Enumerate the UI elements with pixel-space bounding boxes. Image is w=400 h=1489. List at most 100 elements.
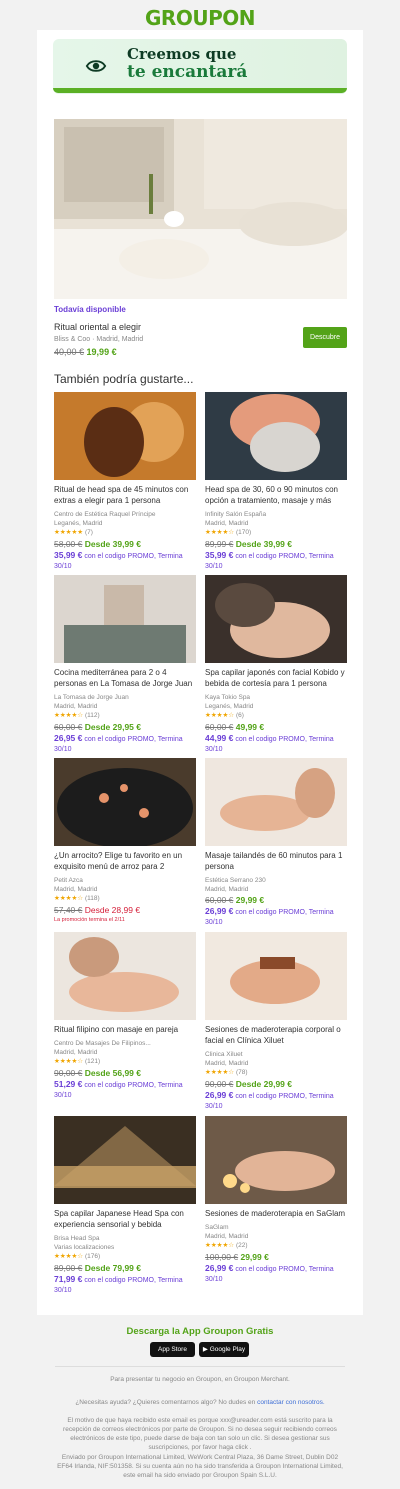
deal-image[interactable] xyxy=(54,392,196,480)
featured-image[interactable] xyxy=(54,119,347,299)
featured-location: Madrid, Madrid xyxy=(96,336,144,343)
promo-price: 26,99 € con el codigo PROMO, Termina 30/… xyxy=(205,1090,334,1110)
footer-divider xyxy=(55,1366,345,1367)
promo-price: 35,99 € con el codigo PROMO, Termina 30/… xyxy=(205,550,334,570)
hero-title-line2: te encantará xyxy=(127,62,248,82)
deal-price: 89,00 € Desde 79,99 € xyxy=(54,1263,141,1273)
deal-merchant: Kaya Tokio Spa xyxy=(205,694,251,701)
merchant-line[interactable]: Para presentar tu negocio en Groupon, en… xyxy=(55,1375,345,1384)
deal-title[interactable]: Sesiones de maderoterapia en SaGlam xyxy=(205,1208,347,1219)
deal-title[interactable]: Head spa de 30, 60 o 90 minutos con opci… xyxy=(205,484,347,506)
deal-image[interactable] xyxy=(54,1116,196,1204)
rating-stars: ★★★★☆ (121) xyxy=(54,1058,101,1065)
deal-title[interactable]: Sesiones de maderoterapia corporal o fac… xyxy=(205,1024,347,1046)
hero-title-line1: Creemos que xyxy=(127,45,237,63)
email-card: Todavía disponible Ritual oriental a ele… xyxy=(37,30,363,1315)
rating-stars: ★★★★☆ (170) xyxy=(205,529,252,536)
deal-card[interactable]: Spa capilar Japanese Head Spa con experi… xyxy=(54,1116,196,1296)
play-icon: ▶ xyxy=(202,1346,208,1353)
deal-card[interactable]: Head spa de 30, 60 o 90 minutos con opci… xyxy=(205,392,347,572)
deal-merchant: Petit Azca xyxy=(54,877,83,884)
old-price: 40,00 € xyxy=(54,347,85,357)
app-store-badge[interactable]: App Store xyxy=(150,1342,195,1357)
deal-image[interactable] xyxy=(205,575,347,663)
deal-image[interactable] xyxy=(205,932,347,1020)
discover-button[interactable]: Descubre xyxy=(303,327,347,348)
contact-link[interactable]: contactar con nosotros. xyxy=(257,1399,325,1406)
deal-image[interactable] xyxy=(205,1116,347,1204)
deal-image[interactable] xyxy=(54,758,196,846)
availability-label: Todavía disponible xyxy=(54,305,126,314)
deal-image[interactable] xyxy=(205,758,347,846)
deal-location: Madrid, Madrid xyxy=(205,1060,249,1067)
promo-price: 26,95 € con el codigo PROMO, Termina 30/… xyxy=(54,733,183,753)
deal-card[interactable]: Spa capilar japonés con facial Kobido y … xyxy=(205,575,347,755)
subscription-reason: El motivo de que haya recibido este emai… xyxy=(63,1417,337,1451)
deal-price: 89,99 € Desde 39,99 € xyxy=(205,539,292,549)
deal-merchant: Centro De Masajes De Filipinos... xyxy=(54,1040,151,1047)
deal-location: Madrid, Madrid xyxy=(205,1233,249,1240)
featured-title[interactable]: Ritual oriental a elegir xyxy=(54,322,141,332)
deal-price: 60,00 € 29,99 € xyxy=(205,895,265,905)
deal-price: 57,40 € Desde 28,99 € xyxy=(54,905,141,915)
deal-title[interactable]: Ritual filipino con masaje en pareja xyxy=(54,1024,196,1035)
google-play-badge[interactable]: ▶ Google Play xyxy=(199,1342,249,1357)
also-heading: También podría gustarte... xyxy=(54,372,194,386)
rating-stars: ★★★★☆ (22) xyxy=(205,1242,248,1249)
deal-location: Madrid, Madrid xyxy=(205,886,249,893)
deal-price: 58,00 € Desde 39,99 € xyxy=(54,539,141,549)
deal-card[interactable]: Sesiones de maderoterapia en SaGlam SaGl… xyxy=(205,1116,347,1285)
deal-title[interactable]: Masaje tailandés de 60 minutos para 1 pe… xyxy=(205,850,347,872)
deal-location: Madrid, Madrid xyxy=(205,520,249,527)
featured-merchant: Bliss & Coo xyxy=(54,336,91,343)
deal-title[interactable]: Ritual de head spa de 45 minutos con ext… xyxy=(54,484,196,506)
eye-icon xyxy=(85,60,107,72)
promo-price: 35,99 € con el codigo PROMO, Termina 30/… xyxy=(54,550,183,570)
deal-card[interactable]: Ritual filipino con masaje en pareja Cen… xyxy=(54,932,196,1101)
deal-location: Madrid, Madrid xyxy=(54,886,98,893)
deal-merchant: Clinica Xiluet xyxy=(205,1051,243,1058)
deal-location: Leganés, Madrid xyxy=(54,520,103,527)
deal-card[interactable]: Cocina mediterránea para 2 o 4 personas … xyxy=(54,575,196,755)
deal-price: 100,00 € 29,99 € xyxy=(205,1252,269,1262)
deal-merchant: SaGlam xyxy=(205,1224,229,1231)
promo-price: 26,99 € con el codigo PROMO, Termina 30/… xyxy=(205,906,334,926)
deal-price: 90,00 € Desde 56,99 € xyxy=(54,1068,141,1078)
deal-card[interactable]: Sesiones de maderoterapia corporal o fac… xyxy=(205,932,347,1112)
legal-text: Enviado por Groupon International Limite… xyxy=(57,1454,343,1479)
deal-image[interactable] xyxy=(54,932,196,1020)
groupon-logo[interactable]: GROUPON xyxy=(0,6,400,30)
deal-card[interactable]: Masaje tailandés de 60 minutos para 1 pe… xyxy=(205,758,347,928)
deal-card[interactable]: ¿Un arrocito? Elige tu favorito en un ex… xyxy=(54,758,196,925)
promo-price: 51,29 € con el codigo PROMO, Termina 30/… xyxy=(54,1079,183,1099)
deal-price: 60,00 € Desde 29,95 € xyxy=(54,722,141,732)
deal-location: Madrid, Madrid xyxy=(54,703,98,710)
current-price: 19,99 € xyxy=(86,347,117,357)
deal-merchant: Centro de Estética Raquel Príncipe xyxy=(54,511,156,518)
deal-title[interactable]: Spa capilar japonés con facial Kobido y … xyxy=(205,667,347,689)
deal-price: 90,00 € Desde 29,99 € xyxy=(205,1079,292,1089)
app-download-heading: Descarga la App Groupon Gratis xyxy=(126,1326,274,1337)
deal-location: Leganés, Madrid xyxy=(205,703,254,710)
deal-title[interactable]: ¿Un arrocito? Elige tu favorito en un ex… xyxy=(54,850,196,872)
deal-merchant: Brisa Head Spa xyxy=(54,1235,100,1242)
promo-price: 26,99 € con el codigo PROMO, Termina 30/… xyxy=(205,1263,334,1283)
deal-location: Madrid, Madrid xyxy=(54,1049,98,1056)
deal-image[interactable] xyxy=(205,392,347,480)
promo-price: 71,99 € con el codigo PROMO, Termina 30/… xyxy=(54,1274,183,1294)
deal-location: Varias localizaciones xyxy=(54,1244,115,1251)
featured-price: 40,00 € 19,99 € xyxy=(54,347,117,357)
deal-card[interactable]: Ritual de head spa de 45 minutos con ext… xyxy=(54,392,196,572)
rating-stars: ★★★★☆ (112) xyxy=(54,712,100,719)
help-line: ¿Necesitas ayuda? ¿Quieres comentarnos a… xyxy=(75,1399,325,1406)
promo-ends: La promoción termina el 2/11 xyxy=(54,917,125,923)
hero-underline xyxy=(53,88,347,93)
deal-title[interactable]: Cocina mediterránea para 2 o 4 personas … xyxy=(54,667,196,689)
rating-stars: ★★★★☆ (78) xyxy=(205,1069,248,1076)
deal-title[interactable]: Spa capilar Japanese Head Spa con experi… xyxy=(54,1208,196,1230)
rating-stars: ★★★★★ (7) xyxy=(54,529,93,536)
deal-merchant: Infinity Salón España xyxy=(205,511,267,518)
deal-image[interactable] xyxy=(54,575,196,663)
deal-price: 60,00 € 49,99 € xyxy=(205,722,265,732)
rating-stars: ★★★★☆ (118) xyxy=(54,895,100,902)
